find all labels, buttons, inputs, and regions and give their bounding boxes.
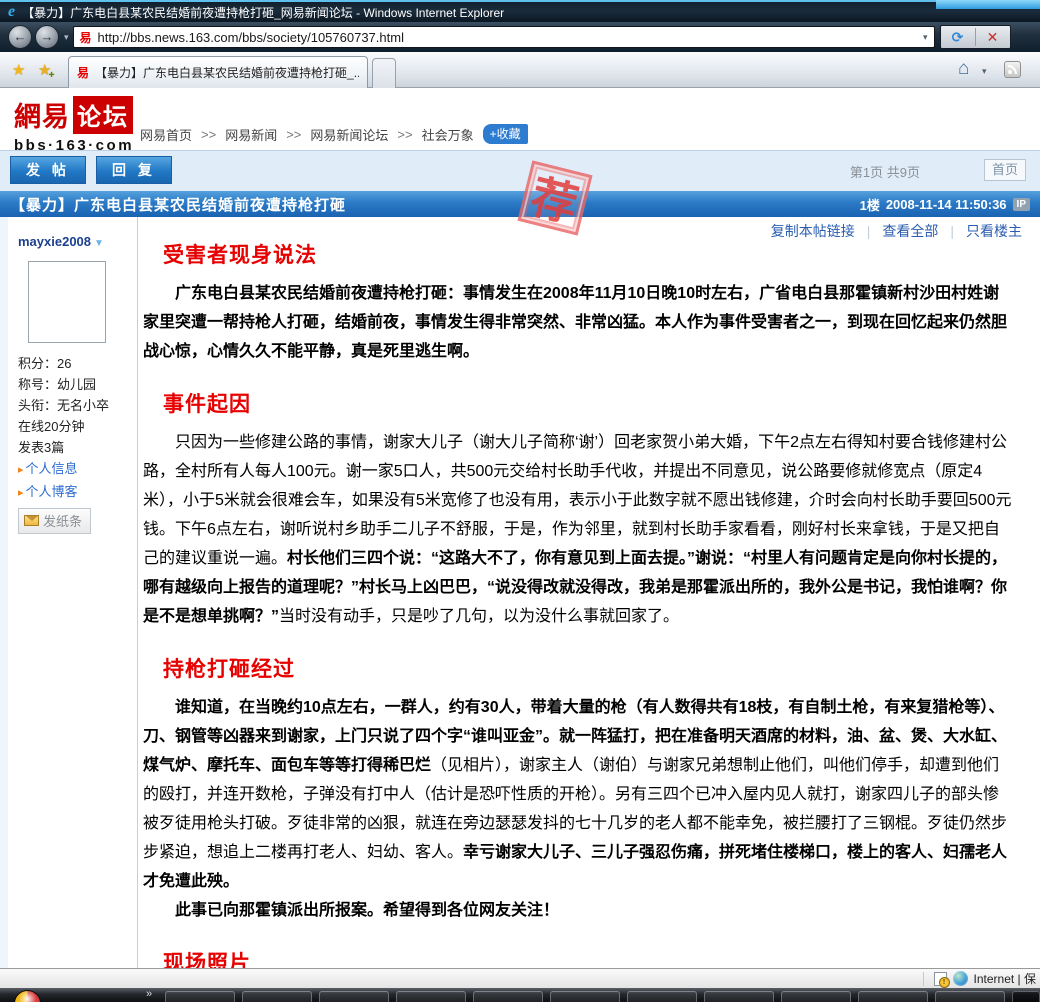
taskbar-chevron-icon[interactable]: » [146,988,152,1000]
user-online-time: 在线20分钟 [18,416,137,437]
envelope-icon [24,515,39,526]
user-sidebar: mayxie2008▼ 积分：26 称号：幼儿园 头衔：无名小卒 在线20分钟 … [8,217,138,968]
history-dropdown-icon[interactable]: ▾ [64,32,69,43]
taskbar-item[interactable] [396,991,466,1002]
site-favicon-icon: 易 [80,29,92,46]
site-logo[interactable]: 網易 论坛 bbs·163·com [14,95,134,154]
section-heading: 受害者现身说法 [163,239,1012,269]
taskbar-item[interactable] [935,991,1005,1002]
security-zone-text: Internet | 保 [974,970,1036,987]
stop-button[interactable]: ✕ [976,26,1010,48]
blog-link[interactable]: ▸个人博客 [18,481,137,504]
window-titlebar: e 【暴力】广东电白县某农民结婚前夜遭持枪打砸_网易新闻论坛 - Windows… [0,0,1040,22]
page-info: 第1页 共9页 [850,162,920,181]
section-heading: 事件起因 [163,388,1012,418]
forward-button[interactable]: → [35,25,59,49]
breadcrumb-news-forum[interactable]: 网易新闻论坛 [310,125,388,144]
breadcrumb-separator: >> [201,127,216,142]
navigation-bar: ← → ▾ 易 http://bbs.news.163.com/bbs/soci… [0,22,1040,52]
user-score: 积分：26 [18,353,137,374]
refresh-button[interactable]: ⟳ [941,26,975,48]
divider [923,972,924,986]
breadcrumb-separator: >> [397,127,412,142]
rss-feed-icon[interactable] [1004,61,1021,78]
tab-title: 【暴力】广东电白县某农民结婚前夜遭持枪打砸_... [95,64,359,81]
paragraph: 广东电白县某农民结婚前夜遭持枪打砸：事情发生在2008年11月10日晚10时左右… [143,279,1012,366]
windows-taskbar: » [0,988,1040,1002]
bullet-icon: ▸ [18,487,24,499]
taskbar-item[interactable] [319,991,389,1002]
post-content: 受害者现身说法 广东电白县某农民结婚前夜遭持枪打砸：事情发生在2008年11月1… [138,217,1032,968]
taskbar-item-active[interactable] [1012,991,1040,1002]
address-dropdown-icon[interactable]: ▾ [923,32,928,43]
nav-button-group: ⟳ ✕ [940,25,1011,49]
new-tab-stub[interactable] [372,58,396,88]
paragraph: 只因为一些修建公路的事情，谢家大儿子（谢大儿子简称‘谢’）回老家贺小弟大婚，下午… [143,428,1012,631]
user-rank: 称号：幼儿园 [18,374,137,395]
address-bar[interactable]: 易 http://bbs.news.163.com/bbs/society/10… [73,26,935,48]
paragraph-text: 广东电白县某农民结婚前夜遭持枪打砸：事情发生在2008年11月10日晚10时左右… [143,285,1007,360]
paragraph: 谁知道，在当晚约10点左右，一群人，约有30人，带着大量的枪（有人数得共有18枝… [143,693,1012,896]
tabs-bar: 易 【暴力】广东电白县某农民结婚前夜遭持枪打砸_... ▾ [0,52,1040,88]
avatar [28,261,106,343]
taskbar-item[interactable] [165,991,235,1002]
breadcrumb: 网易首页 >> 网易新闻 >> 网易新闻论坛 >> 社会万象 +收藏 [140,124,528,144]
taskbar-item[interactable] [858,991,928,1002]
forum-page: 網易 论坛 bbs·163·com 网易首页 >> 网易新闻 >> 网易新闻论坛… [0,88,1040,968]
window-controls-glow [936,0,1040,9]
favorites-star-icon[interactable] [12,61,25,79]
section-heading: 持枪打砸经过 [163,653,1012,683]
page-warning-icon[interactable] [934,972,947,986]
status-bar: Internet | 保 [0,968,1040,988]
browser-tab-active[interactable]: 易 【暴力】广东电白县某农民结婚前夜遭持枪打砸_... [68,56,368,88]
paragraph-text: 当时没有动手，只是吵了几句，以为没什么事就回家了。 [279,608,679,625]
new-post-button[interactable]: 发 帖 [10,156,86,184]
add-favorite-icon[interactable] [38,61,51,79]
internet-zone-icon [953,971,968,986]
taskbar-item[interactable] [473,991,543,1002]
taskbar-item[interactable] [781,991,851,1002]
username[interactable]: mayxie2008 [18,234,91,249]
reply-button[interactable]: 回 复 [96,156,172,184]
left-margin-strip [0,217,8,968]
ie-window: e 【暴力】广东电白县某农民结婚前夜遭持枪打砸_网易新闻论坛 - Windows… [0,0,1040,1002]
report-notice: 此事已向那霍镇派出所报案。希望得到各位网友关注！ [143,896,1012,925]
user-post-count: 发表3篇 [18,437,137,458]
taskbar-item[interactable] [704,991,774,1002]
start-button[interactable] [14,990,41,1002]
bullet-icon: ▸ [18,464,24,476]
profile-link[interactable]: ▸个人信息 [18,458,137,481]
breadcrumb-separator: >> [286,127,301,142]
forum-toolbar: 发 帖 回 复 第1页 共9页 首页 [0,151,1040,191]
home-icon[interactable] [958,58,969,80]
back-button[interactable]: ← [8,25,32,49]
first-page-button[interactable]: 首页 [984,159,1026,181]
user-title: 头衔：无名小卒 [18,395,137,416]
paragraph-text: 只因为一些修建公路的事情，谢家大儿子（谢大儿子简称‘谢’）回老家贺小弟大婚，下午… [143,434,1012,567]
breadcrumb-home[interactable]: 网易首页 [140,125,192,144]
window-title: 【暴力】广东电白县某农民结婚前夜遭持枪打砸_网易新闻论坛 - Windows I… [22,4,504,21]
tab-favicon-icon: 易 [77,64,89,81]
send-message-button[interactable]: 发纸条 [18,508,91,534]
section-heading: 现场照片 [163,947,1012,968]
add-favorite-badge[interactable]: +收藏 [483,124,528,144]
taskbar-item[interactable] [627,991,697,1002]
ie-logo-icon: e [8,4,15,20]
user-dropdown-icon[interactable]: ▼ [94,238,104,249]
ip-badge[interactable]: IP [1013,198,1030,211]
home-dropdown-icon[interactable]: ▾ [982,66,987,77]
post-title: 【暴力】广东电白县某农民结婚前夜遭持枪打砸 [10,194,346,215]
logo-netease-text: 網易 [14,95,70,134]
address-url[interactable]: http://bbs.news.163.com/bbs/society/1057… [98,30,404,45]
breadcrumb-society[interactable]: 社会万象 [422,125,474,144]
logo-forum-text: 论坛 [73,96,133,134]
floor-number: 1楼 [860,195,880,214]
breadcrumb-news[interactable]: 网易新闻 [225,125,277,144]
post-timestamp: 2008-11-14 11:50:36 [886,197,1007,212]
taskbar-item[interactable] [242,991,312,1002]
taskbar-item[interactable] [550,991,620,1002]
